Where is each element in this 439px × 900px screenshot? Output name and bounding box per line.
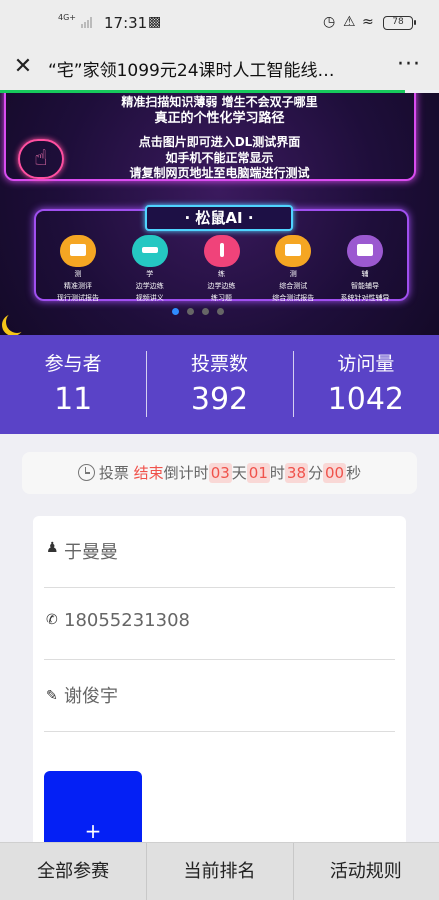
banner-line-3: 点击图片即可进入DL测试界面 xyxy=(138,135,301,149)
clock-icon xyxy=(77,464,95,481)
banner-line-5: 请复制网页地址至电脑端进行测试 xyxy=(129,166,310,180)
vote-countdown: 投票 结束倒计时 03 天 01 时 38 分 00 秒 xyxy=(22,452,417,494)
tab-activity-rules[interactable]: 活动规则 xyxy=(292,843,439,900)
stat-votes: 投票数 392 xyxy=(146,335,292,434)
feature-item: 练 边学边练 练习题 xyxy=(188,235,256,303)
nfc-icon: ▩ xyxy=(148,14,162,30)
book-icon xyxy=(347,235,383,267)
feature-item: 测 精准测评 现行测试报告 xyxy=(44,235,112,303)
countdown-prefix: 投票 xyxy=(98,464,129,482)
countdown-unit: 时 xyxy=(269,464,285,482)
stat-value: 1042 xyxy=(327,382,404,417)
test-icon xyxy=(275,235,312,267)
countdown-minutes: 38 xyxy=(284,463,308,483)
banner-line-2: 真正的个性化学习路径 xyxy=(154,111,285,126)
feature-item: 学 边学边练 视频讲义 xyxy=(116,235,184,303)
name-value: 于曼曼 xyxy=(64,542,118,563)
signal-icon xyxy=(81,17,92,28)
test-icon xyxy=(60,235,96,267)
nav-bar: ✕ “宅”家领1099元24课时人工智能线… ··· xyxy=(0,46,439,90)
page-title: “宅”家领1099元24课时人工智能线… xyxy=(48,61,335,81)
banner-image[interactable]: 精准扫描知识薄弱 增生不会双子哪里 真正的个性化学习路径 点击图片即可进入DL测… xyxy=(0,93,439,335)
pencil-icon xyxy=(203,235,240,267)
alarm-icon: ◷ xyxy=(323,14,336,30)
carousel-dot[interactable] xyxy=(217,308,224,315)
countdown-hours: 01 xyxy=(246,463,270,483)
note-value: 谢俊宇 xyxy=(64,686,118,707)
carousel-dot-active[interactable] xyxy=(172,308,179,315)
keyboard-icon xyxy=(131,235,168,267)
plus-icon: + xyxy=(84,819,102,843)
stat-label: 投票数 xyxy=(190,353,248,375)
countdown-days: 03 xyxy=(208,463,232,483)
user-icon: ♟ xyxy=(46,540,59,556)
countdown-seconds: 00 xyxy=(323,463,347,483)
countdown-unit: 天 xyxy=(231,464,247,482)
moon-icon xyxy=(6,311,28,333)
more-icon[interactable]: ··· xyxy=(392,52,426,82)
stat-value: 11 xyxy=(54,382,93,417)
wifi-icon: ≈ xyxy=(362,14,374,30)
mute-icon: ⚠ xyxy=(343,14,356,30)
countdown-unit: 秒 xyxy=(346,464,362,482)
countdown-status: 结束 xyxy=(133,464,164,482)
feature-item: 测 综合测试 综合测试报告 xyxy=(259,235,327,303)
banner-feature-list: 测 精准测评 现行测试报告 学 边学边练 视频讲义 练 边学边练 练习题 测 综… xyxy=(44,235,399,303)
stat-label: 参与者 xyxy=(44,353,102,375)
feature-item: 辅 智能辅导 系统针对性辅导 xyxy=(331,235,399,303)
close-icon[interactable]: ✕ xyxy=(10,54,36,80)
carousel-dot[interactable] xyxy=(187,308,194,315)
network-type: 4G+ xyxy=(58,13,76,22)
bottom-tab-bar: 全部参赛 当前排名 活动规则 xyxy=(0,842,439,900)
phone-field[interactable]: ✆ 18055231308 xyxy=(44,588,395,660)
ai-tag: · 松鼠AI · xyxy=(145,205,293,231)
note-field[interactable]: ✎ 谢俊宇 xyxy=(44,660,395,732)
pencil-icon: ✎ xyxy=(46,688,58,704)
tab-current-ranking[interactable]: 当前排名 xyxy=(146,843,292,900)
stat-label: 访问量 xyxy=(337,353,395,375)
carousel-dots xyxy=(172,308,224,315)
name-field[interactable]: ♟ 于曼曼 xyxy=(44,516,395,588)
countdown-unit: 分 xyxy=(308,464,324,482)
phone-value: 18055231308 xyxy=(64,610,190,631)
carousel-dot[interactable] xyxy=(202,308,209,315)
clock-time: 17:31 xyxy=(104,14,148,32)
thumbs-up-icon: ☝ xyxy=(18,139,64,179)
stat-visits: 访问量 1042 xyxy=(292,335,439,434)
phone-icon: ✆ xyxy=(46,612,58,628)
status-bar: 4G+ 17:31 ▩ ◷ ⚠ ≈ 78 xyxy=(0,0,439,46)
battery-icon: 78 xyxy=(383,16,416,30)
stats-bar: 参与者 11 投票数 392 访问量 1042 xyxy=(0,335,439,434)
stat-value: 392 xyxy=(190,382,249,417)
countdown-label: 倒计时 xyxy=(163,464,209,482)
tab-all-entries[interactable]: 全部参赛 xyxy=(0,843,146,900)
stat-participants: 参与者 11 xyxy=(0,335,146,434)
